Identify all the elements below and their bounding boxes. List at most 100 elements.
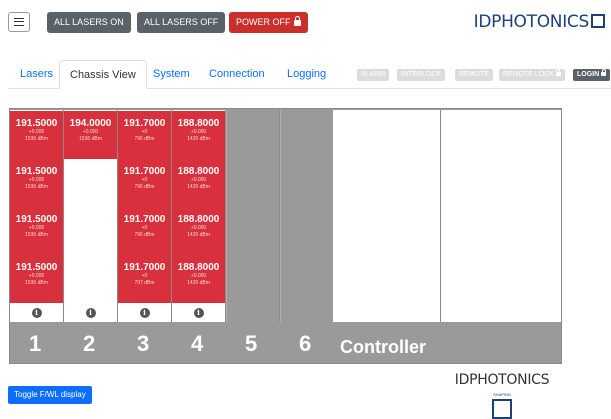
- channel-frequency: 191.7000: [123, 214, 166, 225]
- channel-offset: +0: [141, 177, 148, 183]
- channel-power: 796 dBm: [134, 232, 155, 238]
- info-icon[interactable]: i: [31, 308, 42, 318]
- laser-slot-5[interactable]: [226, 110, 280, 322]
- laser-channel-cell[interactable]: 188.8000 +0.000 1435 dBm: [172, 159, 225, 207]
- tab-lasers[interactable]: Lasers: [10, 60, 63, 88]
- controller-logo-tagline: SHAPING: [492, 392, 511, 397]
- controller-label: Controller: [340, 337, 427, 357]
- logo-mark-icon: [492, 399, 512, 419]
- tab-logging[interactable]: Logging: [277, 60, 336, 88]
- channel-power: 1435 dBm: [187, 280, 210, 286]
- channel-offset: +0.000: [190, 129, 207, 135]
- slot-number-4: 4: [191, 331, 204, 356]
- slot-number-3: 3: [137, 331, 150, 356]
- controller-slot-panel: [333, 110, 441, 322]
- laser-channel-cell[interactable]: 191.7000 +0 796 dBm: [118, 111, 171, 159]
- channel-offset: +0.000: [28, 129, 45, 135]
- channel-power: 1536 dBm: [25, 232, 48, 238]
- remote-lock-label: REMOTE LOCK: [503, 71, 554, 78]
- alarm-indicator: ALARM: [357, 69, 390, 81]
- laser-slot-3[interactable]: 191.7000 +0 796 dBm 191.7000 +0 796 dBm 191.70…: [118, 110, 172, 322]
- channel-frequency: 188.8000: [177, 214, 220, 225]
- channel-frequency: 194.0000: [69, 118, 112, 129]
- channel-frequency: 191.5000: [15, 262, 58, 273]
- lock-icon: [293, 16, 301, 26]
- all-lasers-on-button[interactable]: ALL LASERS ON: [47, 12, 131, 33]
- channel-frequency: 191.5000: [15, 214, 58, 225]
- all-lasers-off-button[interactable]: ALL LASERS OFF: [137, 12, 226, 33]
- laser-channel-cell[interactable]: 194.0000 +0.000 1536 dBm: [64, 111, 117, 159]
- slot-number-1: 1: [29, 331, 42, 356]
- idphotonics-logo: IDPHOTONICS: [474, 12, 605, 32]
- channel-power: 1435 dBm: [187, 184, 210, 190]
- remote-lock-indicator: REMOTE LOCK: [499, 69, 565, 81]
- laser-channel-cell[interactable]: 188.8000 +0.000 1435 dBm: [172, 207, 225, 255]
- laser-slot-1[interactable]: 191.5000 +0.000 1536 dBm 191.5000 +0.000 1536…: [10, 110, 64, 322]
- tab-chassis-view[interactable]: Chassis View: [59, 60, 147, 89]
- channel-power: 1536 dBm: [79, 136, 102, 142]
- top-toolbar: ALL LASERS ON ALL LASERS OFF POWER OFF I…: [0, 0, 611, 52]
- channel-offset: +0.000: [28, 273, 45, 279]
- slot-number-2: 2: [83, 331, 96, 356]
- channel-power: 1536 dBm: [25, 280, 48, 286]
- lock-icon: [555, 69, 561, 76]
- chassis-view: 191.5000 +0.000 1536 dBm 191.5000 +0.000 1536…: [9, 108, 562, 419]
- channel-power: 796 dBm: [134, 136, 155, 142]
- login-button[interactable]: LOGIN: [573, 69, 611, 81]
- interlock-indicator: INTERLOCK: [397, 69, 446, 81]
- logo-mark-icon: [591, 14, 605, 28]
- laser-channel-cell[interactable]: 191.5000 +0.000 1536 dBm: [10, 111, 63, 159]
- channel-frequency: 188.8000: [177, 262, 220, 273]
- info-icon[interactable]: i: [85, 308, 96, 318]
- menu-toggle-button[interactable]: [8, 12, 30, 32]
- login-label: LOGIN: [577, 71, 600, 78]
- laser-channel-cell[interactable]: 191.7000 +0 796 dBm: [118, 159, 171, 207]
- hamburger-icon: [14, 18, 24, 26]
- laser-channel-cell[interactable]: 188.8000 +0.000 1435 dBm: [172, 255, 225, 303]
- channel-power: 1536 dBm: [25, 136, 48, 142]
- channel-offset: +0.000: [28, 225, 45, 231]
- channel-frequency: 191.7000: [123, 118, 166, 129]
- controller-logo-panel: [441, 110, 561, 322]
- info-icon[interactable]: i: [193, 308, 204, 318]
- laser-channel-cell[interactable]: 191.7000 +0 796 dBm: [118, 207, 171, 255]
- channel-power: 796 dBm: [134, 184, 155, 190]
- power-off-button[interactable]: POWER OFF: [229, 12, 308, 33]
- channel-offset: +0: [141, 129, 148, 135]
- channel-offset: +0.000: [190, 225, 207, 231]
- power-off-label: POWER OFF: [236, 17, 291, 27]
- channel-frequency: 191.7000: [123, 166, 166, 177]
- laser-slot-4[interactable]: 188.8000 +0.000 1435 dBm 188.8000 +0.000 1435…: [172, 110, 226, 322]
- channel-frequency: 191.7000: [123, 262, 166, 273]
- toggle-fwl-display-button[interactable]: Toggle F/WL display: [8, 386, 92, 404]
- channel-offset: +0.000: [82, 129, 99, 135]
- channel-power: 1536 dBm: [25, 184, 48, 190]
- channel-offset: +0.000: [190, 273, 207, 279]
- laser-channel-cell[interactable]: 191.5000 +0.000 1536 dBm: [10, 255, 63, 303]
- slot-number-5: 5: [245, 331, 258, 356]
- controller-logo: IDPHOTONICS SHAPING: [447, 372, 557, 419]
- tab-system[interactable]: System: [143, 60, 200, 88]
- laser-channel-cell[interactable]: 191.5000 +0.000 1536 dBm: [10, 159, 63, 207]
- slot-number-6: 6: [299, 331, 312, 356]
- channel-offset: +0.000: [190, 177, 207, 183]
- laser-channel-cell[interactable]: 191.7000 +0 797 dBm: [118, 255, 171, 303]
- channel-frequency: 188.8000: [177, 166, 220, 177]
- channel-power: 1435 dBm: [187, 136, 210, 142]
- channel-power: 1435 dBm: [187, 232, 210, 238]
- channel-offset: +0: [141, 225, 148, 231]
- controller-logo-text: IDPHOTONICS: [454, 372, 550, 388]
- laser-slot-2[interactable]: 194.0000 +0.000 1536 dBm i: [64, 110, 118, 322]
- tab-connection[interactable]: Connection: [199, 60, 275, 88]
- channel-frequency: 191.5000: [15, 166, 58, 177]
- remote-indicator: REMOTE: [455, 69, 493, 81]
- laser-slot-6[interactable]: [280, 110, 334, 322]
- info-icon[interactable]: i: [139, 308, 150, 318]
- laser-channel-cell[interactable]: 191.5000 +0.000 1536 dBm: [10, 207, 63, 255]
- logo-text: IDPHOTONICS: [473, 12, 590, 32]
- channel-frequency: 191.5000: [15, 118, 58, 129]
- channel-offset: +0.000: [28, 177, 45, 183]
- laser-channel-cell[interactable]: 188.8000 +0.000 1435 dBm: [172, 111, 225, 159]
- channel-power: 797 dBm: [134, 280, 155, 286]
- channel-frequency: 188.8000: [177, 118, 220, 129]
